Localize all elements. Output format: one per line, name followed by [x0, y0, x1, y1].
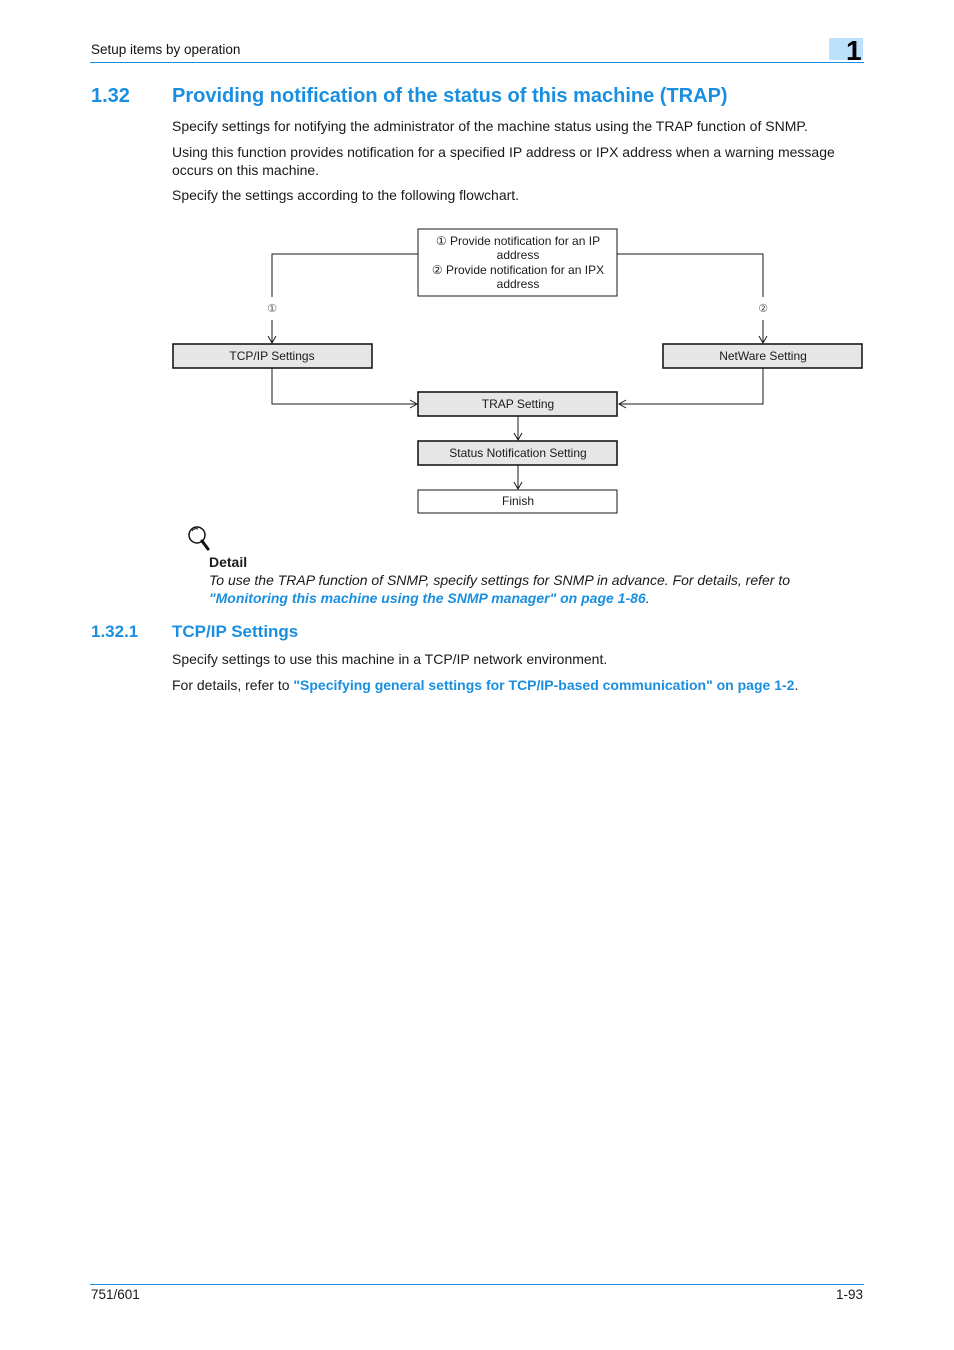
footer-model: 751/601	[91, 1287, 140, 1302]
detail-text: To use the TRAP function of SNMP, specif…	[209, 572, 791, 588]
snmp-manager-link[interactable]: "Monitoring this machine using the SNMP …	[209, 590, 646, 606]
subsection-title: TCP/IP Settings	[172, 622, 299, 641]
subsection-suffix: .	[794, 677, 799, 693]
subsection-paragraph-1: Specify settings to use this machine in …	[172, 651, 608, 667]
detail-title: Detail	[209, 554, 248, 570]
subsection-paragraph-2: For details, refer to "Specifying genera…	[172, 676, 872, 694]
subsection-prefix: For details, refer to	[172, 677, 294, 693]
tcpip-general-settings-link[interactable]: "Specifying general settings for TCP/IP-…	[293, 677, 794, 693]
detail-body: To use the TRAP function of SNMP, specif…	[209, 571, 849, 607]
footer-page-number: 1-93	[835, 1287, 863, 1302]
subsection-number: 1.32.1	[91, 622, 139, 641]
detail-trailing: .	[645, 590, 650, 606]
magnifier-icon	[188, 526, 210, 551]
footer-rule	[90, 1284, 864, 1285]
